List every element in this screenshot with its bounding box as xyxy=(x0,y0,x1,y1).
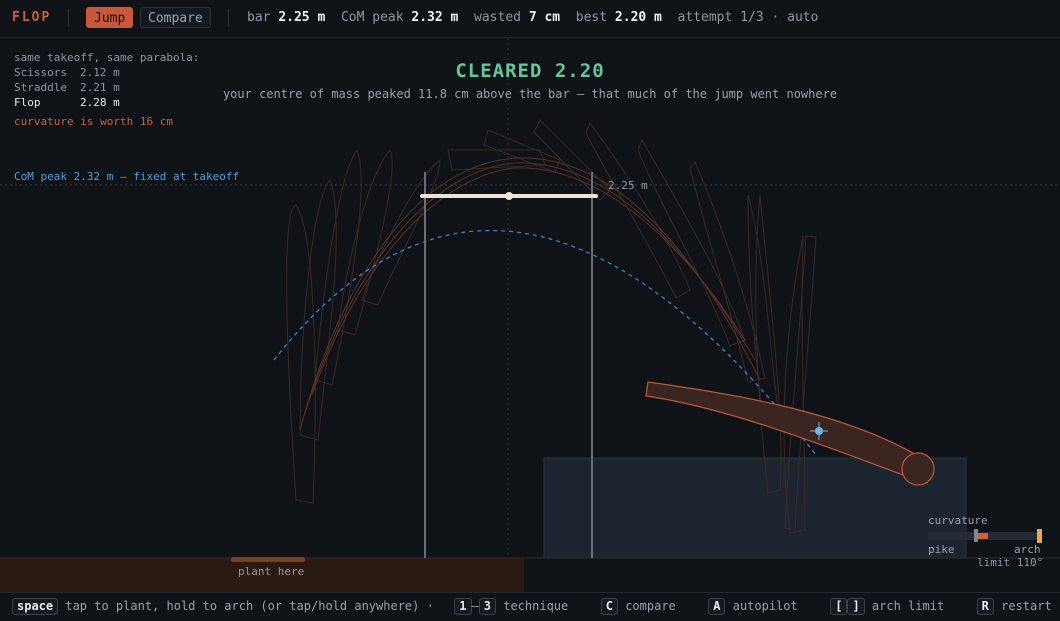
curvature-worth: curvature is worth 16 cm xyxy=(14,115,173,128)
key-c[interactable]: C xyxy=(600,598,618,615)
help-restart: restart xyxy=(1001,599,1052,613)
arch-limit-label: limit 110° xyxy=(977,556,1044,569)
com-trajectory xyxy=(273,229,817,456)
arch-limit-marker[interactable] xyxy=(1037,529,1042,543)
bar-label: bar xyxy=(247,10,271,25)
pike-label: pike xyxy=(928,543,955,556)
key-left-bracket[interactable]: [ xyxy=(830,598,848,615)
com-label: CoM peak xyxy=(340,10,404,25)
keyboard-help: space tap to plant, hold to arch (or tap… xyxy=(12,598,1052,615)
plant-label: plant here xyxy=(238,565,305,578)
help-technique: technique xyxy=(503,599,569,613)
attempt-status: attempt 1/3 · auto xyxy=(677,10,819,25)
help-bar: space tap to plant, hold to arch (or tap… xyxy=(0,592,1060,621)
help-plant: tap to plant, hold to arch (or tap/hold … xyxy=(65,599,434,613)
curvature-label: curvature xyxy=(928,514,988,527)
curvature-knob[interactable] xyxy=(974,529,978,542)
help-dash: – xyxy=(471,599,479,613)
wasted-label: wasted xyxy=(474,10,521,25)
divider xyxy=(68,9,69,27)
key-right-bracket[interactable]: ] xyxy=(847,598,865,615)
help-autopilot: autopilot xyxy=(732,599,798,613)
key-a[interactable]: A xyxy=(708,598,726,615)
arch-label: arch xyxy=(1014,543,1041,556)
best-label: best xyxy=(575,10,608,25)
app-logo: FLOP xyxy=(12,10,52,25)
jumper-head xyxy=(901,452,935,486)
key-1[interactable]: 1 xyxy=(454,598,472,615)
bar-height-label: 2.25 m xyxy=(608,179,648,192)
wasted-value: 7 cm xyxy=(528,10,561,25)
key-3[interactable]: 3 xyxy=(478,598,496,615)
com-line-label: CoM peak 2.32 m — fixed at takeoff xyxy=(14,170,240,183)
crossbar-centre xyxy=(505,192,513,200)
com-value: 2.32 m xyxy=(411,10,459,25)
curvature-fill xyxy=(978,533,988,539)
divider xyxy=(228,9,229,27)
result-title: CLEARED 2.20 xyxy=(455,60,605,82)
key-r[interactable]: R xyxy=(976,598,994,615)
tab-jump[interactable]: Jump xyxy=(86,7,134,28)
help-compare: compare xyxy=(625,599,676,613)
key-space[interactable]: space xyxy=(12,598,59,615)
stats-readout: bar 2.25 m CoM peak 2.32 m wasted 7 cm b… xyxy=(247,10,818,25)
result-subtitle: your centre of mass peaked 11.8 cm above… xyxy=(222,87,838,101)
plant-marker[interactable] xyxy=(231,557,305,562)
top-bar: FLOP Jump Compare bar 2.25 m CoM peak 2.… xyxy=(0,0,1060,38)
tab-compare[interactable]: Compare xyxy=(140,7,211,28)
help-arch-limit: arch limit xyxy=(871,599,945,613)
best-value: 2.20 m xyxy=(614,10,662,25)
bar-value: 2.25 m xyxy=(278,10,326,25)
